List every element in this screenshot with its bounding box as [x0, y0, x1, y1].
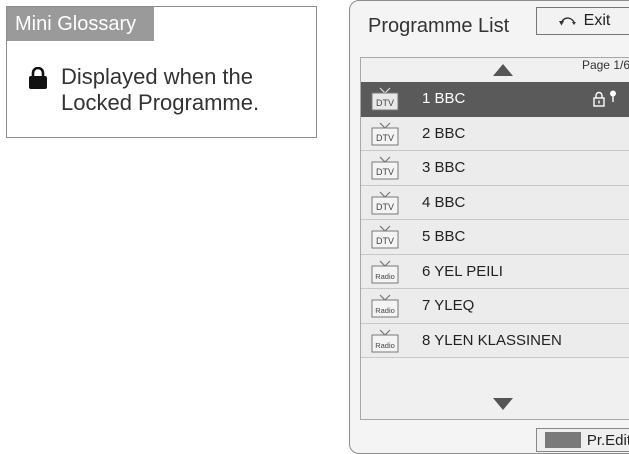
- dtv-channel-icon: DTV: [371, 156, 399, 180]
- dtv-channel-icon: DTV: [371, 122, 399, 145]
- channel-name: 2 BBC: [422, 124, 466, 142]
- channel-type-label: Radio: [375, 306, 395, 315]
- arrow-up-icon: [492, 64, 513, 76]
- channel-type-label: DTV: [376, 133, 394, 143]
- scroll-up-button[interactable]: Page 1/6: [361, 58, 629, 82]
- pr-edit-label: Pr.Edit: [586, 431, 629, 449]
- channel-type-label: DTV: [376, 236, 394, 246]
- pr-edit-button[interactable]: Pr.Edit: [536, 428, 629, 452]
- channel-row[interactable]: DTV 3 BBC: [361, 151, 629, 186]
- channel-row[interactable]: DTV 1 BBC: [361, 82, 629, 117]
- back-arrow-icon: [558, 17, 576, 26]
- channel-row[interactable]: Radio 7 YLEQ: [361, 289, 629, 324]
- channel-name: 7 YLEQ: [422, 297, 475, 314]
- dtv-channel-icon: DTV: [371, 191, 399, 214]
- channel-type-label: Radio: [375, 272, 395, 281]
- channel-type-label: Radio: [375, 341, 395, 350]
- channel-rows: DTV 1 BBC DTV 2 BBC DTV 3 BBC DTV 4 BBC DTV 5 BBC…: [361, 82, 629, 358]
- channel-row[interactable]: DTV 5 BBC: [361, 220, 629, 255]
- lock-icon: [29, 67, 47, 89]
- channel-row[interactable]: DTV 4 BBC: [361, 185, 629, 220]
- pr-edit-color-key: [545, 432, 581, 448]
- channel-name: 1 BBC: [422, 90, 466, 107]
- radio-channel-icon: Radio: [371, 294, 399, 318]
- exit-label: Exit: [583, 12, 611, 29]
- channel-type-label: DTV: [376, 98, 394, 108]
- channel-type-label: DTV: [376, 167, 394, 177]
- glossary-description: Displayed when the Locked Programme.: [61, 64, 316, 116]
- exit-button[interactable]: Exit: [536, 7, 629, 35]
- channel-name: 8 YLEN KLASSINEN: [422, 331, 562, 349]
- channel-name: 4 BBC: [422, 193, 466, 211]
- programme-list-panel: Programme List Exit Page 1/6 DTV 1 BBC DTV…: [349, 0, 629, 454]
- dtv-channel-icon: DTV: [371, 87, 399, 111]
- scroll-down-button[interactable]: [361, 392, 629, 416]
- channel-type-label: DTV: [376, 202, 394, 212]
- radio-channel-icon: Radio: [371, 329, 399, 352]
- channel-row[interactable]: Radio 8 YLEN KLASSINEN: [361, 323, 629, 358]
- panel-title: Programme List: [368, 15, 510, 37]
- glossary-description-line1: Displayed when the: [61, 64, 254, 89]
- channel-row[interactable]: Radio 6 YEL PEILI: [361, 254, 629, 289]
- glossary-title: Mini Glossary: [7, 7, 155, 41]
- channel-name: 3 BBC: [422, 159, 466, 176]
- channel-row[interactable]: DTV 2 BBC: [361, 116, 629, 151]
- page-indicator: Page 1/6: [581, 58, 629, 72]
- lock-icon: [593, 91, 605, 107]
- mini-glossary: Mini Glossary Displayed when the Locked …: [6, 6, 317, 138]
- dtv-channel-icon: DTV: [371, 225, 399, 249]
- radio-channel-icon: Radio: [371, 260, 399, 283]
- pin-icon: [610, 90, 616, 102]
- channel-name: 5 BBC: [422, 228, 466, 245]
- glossary-description-line2: Locked Programme.: [61, 90, 260, 115]
- channel-list: Page 1/6 DTV 1 BBC DTV 2 BBC DTV 3 BBC DTV 4 BB…: [360, 57, 629, 420]
- arrow-down-icon: [492, 398, 513, 410]
- channel-name: 6 YEL PEILI: [422, 262, 503, 280]
- glossary-tab: Mini Glossary: [7, 7, 155, 41]
